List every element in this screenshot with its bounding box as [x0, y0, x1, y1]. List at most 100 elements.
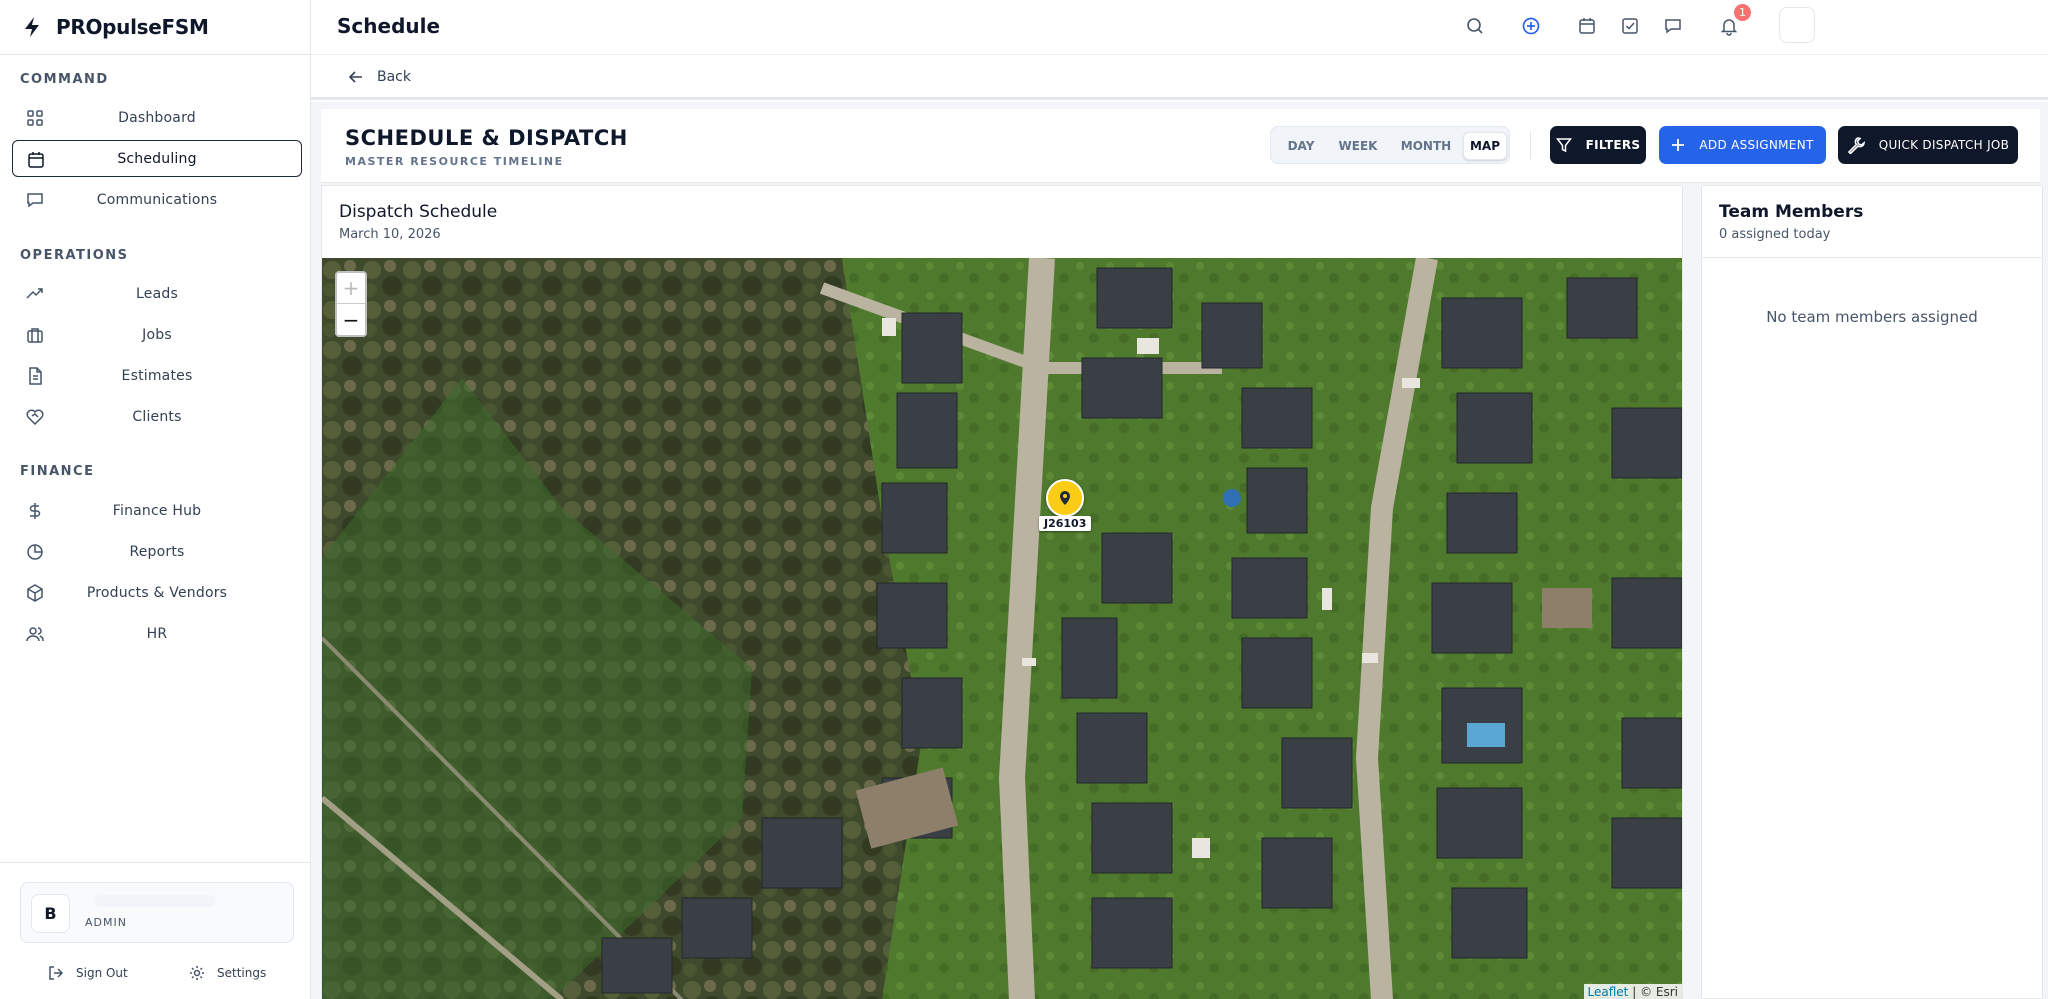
user-role: ADMIN — [85, 916, 127, 929]
avatar: B — [31, 894, 70, 933]
sidebar-item-leads[interactable]: Leads — [12, 275, 302, 312]
check-square-icon[interactable] — [1620, 16, 1640, 36]
team-title: Team Members — [1719, 202, 1864, 222]
view-tabs: DAY WEEK MONTH MAP — [1270, 126, 1510, 164]
dollar-icon — [29, 503, 41, 519]
page-title: Schedule — [337, 14, 441, 38]
back-button[interactable]: Back — [349, 69, 411, 85]
sidebar-item-dashboard[interactable]: Dashboard — [12, 99, 302, 136]
tab-week[interactable]: WEEK — [1329, 132, 1387, 160]
map-attribution: Leaflet | © Esri — [1583, 984, 1682, 999]
dispatch-date: March 10, 2026 — [339, 227, 441, 242]
sign-out-label: Sign Out — [76, 966, 128, 980]
sidebar-item-finance-hub[interactable]: Finance Hub — [12, 492, 302, 529]
filter-icon — [1555, 138, 1572, 153]
bolt-icon — [25, 17, 39, 37]
brand[interactable]: PROpulseFSM — [0, 0, 310, 55]
message-icon — [27, 193, 43, 208]
job-marker-label: J26103 — [1039, 516, 1092, 531]
sidebar-item-label: Communications — [96, 191, 218, 208]
sidebar-item-label: Reports — [129, 543, 185, 560]
filters-label: FILTERS — [1585, 138, 1641, 152]
sidebar-item-label: Products & Vendors — [86, 584, 228, 601]
back-label: Back — [377, 69, 411, 85]
settings-button[interactable]: Settings — [189, 965, 266, 981]
settings-label: Settings — [217, 966, 267, 980]
users-icon — [26, 627, 44, 642]
pie-chart-icon — [27, 544, 43, 560]
zoom-control: + − — [335, 271, 367, 337]
document-icon — [29, 367, 42, 385]
map-pin-icon — [1060, 491, 1070, 505]
sidebar-item-label: Dashboard — [118, 109, 196, 126]
team-empty-state: No team members assigned — [1766, 308, 1978, 326]
leaflet-link[interactable]: Leaflet — [1588, 985, 1629, 999]
grid-icon — [27, 110, 43, 126]
job-marker[interactable] — [1046, 479, 1084, 517]
team-subtitle: 0 assigned today — [1719, 227, 1831, 242]
briefcase-icon — [27, 328, 43, 343]
sidebar-item-estimates[interactable]: Estimates — [12, 357, 302, 394]
sidebar-item-jobs[interactable]: Jobs — [12, 316, 302, 353]
plus-circle-icon[interactable] — [1521, 16, 1541, 36]
chat-icon[interactable] — [1663, 16, 1683, 36]
arrow-left-icon — [349, 71, 362, 83]
tab-month[interactable]: MONTH — [1393, 132, 1459, 160]
back-bar: Back — [311, 56, 2048, 100]
package-icon — [27, 584, 43, 602]
sidebar-item-clients[interactable]: Clients — [12, 398, 302, 435]
gear-icon — [190, 966, 204, 980]
user-name-redacted — [95, 895, 215, 907]
zoom-in-button[interactable]: + — [337, 273, 365, 304]
header-title: SCHEDULE & DISPATCH — [345, 126, 628, 150]
wrench-icon — [1847, 137, 1865, 154]
quick-dispatch-button[interactable]: QUICK DISPATCH JOB — [1838, 126, 2018, 164]
sidebar-item-scheduling[interactable]: Scheduling — [12, 140, 302, 177]
map-imagery — [322, 258, 1682, 999]
add-assignment-label: ADD ASSIGNMENT — [1699, 138, 1814, 152]
tab-day[interactable]: DAY — [1279, 132, 1323, 160]
sign-out-button[interactable]: Sign Out — [48, 965, 128, 981]
sidebar-item-reports[interactable]: Reports — [12, 533, 302, 570]
quick-dispatch-label: QUICK DISPATCH JOB — [1878, 138, 2010, 152]
zoom-out-button[interactable]: − — [337, 304, 365, 335]
sidebar-item-label: HR — [146, 625, 168, 642]
profile-avatar[interactable] — [1779, 7, 1815, 43]
sidebar-item-communications[interactable]: Communications — [12, 181, 302, 218]
sign-out-icon — [49, 966, 64, 980]
team-panel: Team Members 0 assigned today No team me… — [1701, 185, 2043, 999]
attribution-text: | © Esri — [1632, 985, 1678, 999]
calendar-icon — [28, 152, 44, 168]
schedule-header: SCHEDULE & DISPATCH MASTER RESOURCE TIME… — [321, 109, 2040, 183]
filters-button[interactable]: FILTERS — [1550, 126, 1646, 164]
section-title-finance: FINANCE — [20, 464, 95, 479]
section-title-operations: OPERATIONS — [20, 248, 129, 263]
dispatch-title: Dispatch Schedule — [339, 202, 498, 222]
sidebar-item-label: Estimates — [121, 367, 193, 384]
dispatch-panel: Dispatch Schedule March 10, 2026 + − J26… — [321, 185, 1683, 999]
sidebar-divider — [0, 862, 311, 863]
sidebar-item-label: Jobs — [142, 326, 172, 343]
trending-icon — [26, 288, 43, 299]
search-icon[interactable] — [1465, 16, 1485, 36]
handshake-icon — [26, 409, 44, 426]
header-subtitle: MASTER RESOURCE TIMELINE — [345, 155, 564, 168]
topbar: Schedule 1 — [311, 0, 2048, 55]
notification-badge: 1 — [1734, 4, 1751, 21]
sidebar-item-products-vendors[interactable]: Products & Vendors — [12, 574, 302, 611]
brand-name: PROpulseFSM — [56, 15, 209, 39]
sidebar-item-hr[interactable]: HR — [12, 615, 302, 652]
divider — [1702, 257, 2042, 258]
sidebar-item-label: Scheduling — [117, 150, 197, 167]
sidebar-item-label: Finance Hub — [112, 502, 202, 519]
sidebar: PROpulseFSM COMMAND Dashboard Scheduling… — [0, 0, 311, 999]
bell-icon[interactable] — [1719, 16, 1739, 36]
user-card[interactable]: B ADMIN — [20, 882, 294, 943]
sidebar-item-label: Clients — [132, 408, 182, 425]
calendar-icon[interactable] — [1577, 16, 1597, 36]
tab-map[interactable]: MAP — [1463, 132, 1507, 160]
add-assignment-button[interactable]: ADD ASSIGNMENT — [1659, 126, 1826, 164]
plus-icon — [1672, 139, 1685, 151]
satellite-map[interactable]: + − J26103 Leaflet | © Esri — [322, 258, 1682, 999]
divider — [1530, 131, 1531, 159]
